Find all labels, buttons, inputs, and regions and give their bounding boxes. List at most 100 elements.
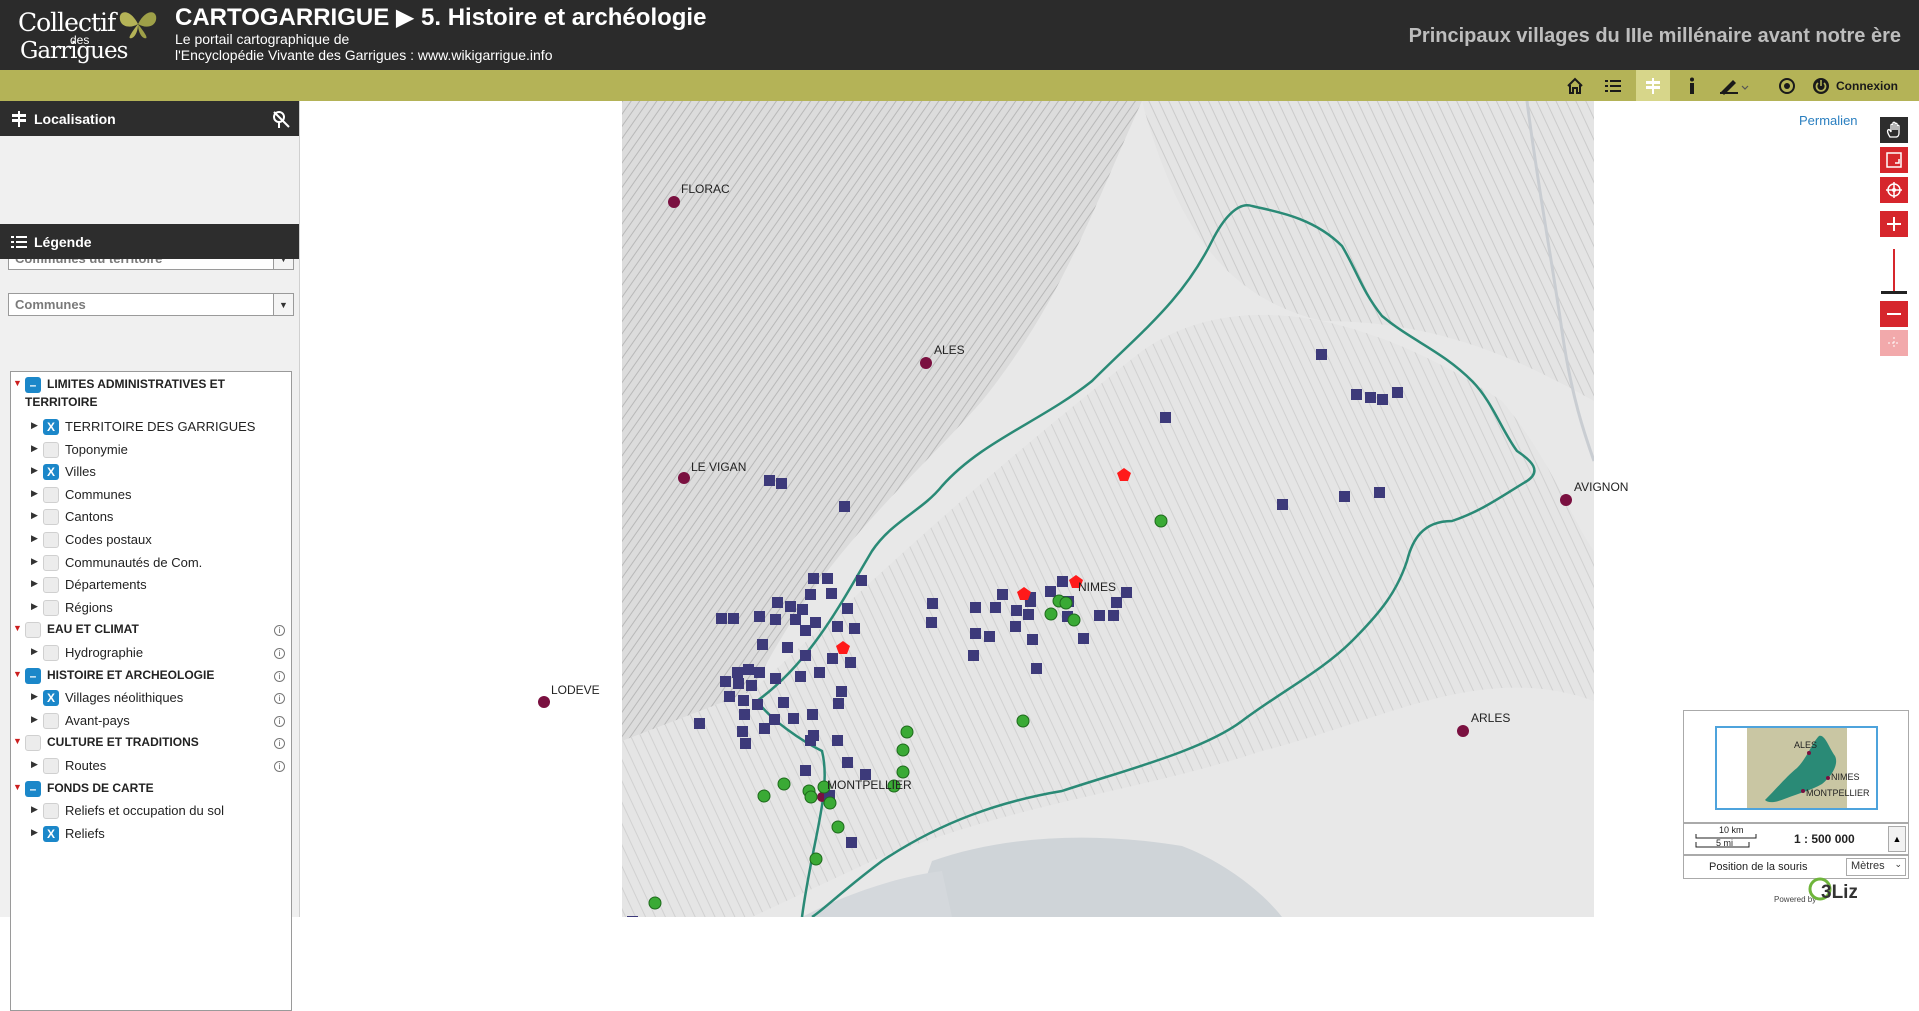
- layer-checkbox[interactable]: [43, 486, 59, 503]
- city-marker-ales[interactable]: [920, 357, 932, 369]
- legend-layer[interactable]: ▶ Régions: [11, 599, 291, 619]
- layer-checkbox[interactable]: [43, 554, 59, 571]
- layer-checkbox[interactable]: [43, 645, 59, 661]
- expand-triangle-icon[interactable]: ▶: [31, 533, 38, 544]
- legend-group[interactable]: ▼ – HISTOIRE ET ARCHEOLOGIE i: [11, 667, 291, 687]
- zoom-slider-track[interactable]: [1893, 249, 1895, 293]
- overview-extent[interactable]: ALES NIMES MONTPELLIER: [1715, 726, 1878, 810]
- expand-triangle-icon[interactable]: ▶: [31, 420, 38, 431]
- info-icon[interactable]: i: [274, 670, 285, 682]
- layer-checkbox[interactable]: [43, 441, 59, 458]
- info-icon[interactable]: i: [274, 693, 285, 705]
- communes-select[interactable]: Communes ▼: [8, 293, 294, 316]
- zoom-in-button[interactable]: [1880, 211, 1908, 237]
- permalink-link[interactable]: Permalien: [1799, 113, 1858, 128]
- layer-checkbox[interactable]: X: [43, 690, 59, 707]
- legend-layer[interactable]: ▶ X Villes: [11, 463, 291, 483]
- legend-layer[interactable]: ▶ Reliefs et occupation du sol: [11, 802, 291, 822]
- layer-checkbox[interactable]: [43, 509, 59, 526]
- layer-checkbox[interactable]: [43, 532, 59, 548]
- chevron-down-icon[interactable]: ⌄: [1894, 859, 1902, 870]
- zoom-box-button[interactable]: [1880, 147, 1908, 173]
- expand-triangle-icon[interactable]: ▶: [31, 578, 38, 589]
- expand-triangle-icon[interactable]: ▶: [31, 465, 38, 476]
- layer-checkbox[interactable]: [43, 599, 59, 616]
- city-marker-arles[interactable]: [1457, 725, 1469, 737]
- city-marker-lodeve[interactable]: [538, 696, 550, 708]
- layer-checkbox[interactable]: X: [43, 419, 59, 435]
- collapse-triangle-icon[interactable]: ▼: [13, 378, 22, 388]
- chevron-down-icon[interactable]: ▼: [273, 294, 293, 315]
- geolocation-button[interactable]: [1772, 70, 1802, 101]
- overview-map[interactable]: ALES NIMES MONTPELLIER: [1683, 710, 1909, 823]
- legend-group[interactable]: ▼ CULTURE ET TRADITIONS i: [11, 734, 291, 754]
- collapse-triangle-icon[interactable]: ▼: [13, 782, 22, 792]
- legend-toggle-button[interactable]: [1598, 70, 1628, 101]
- legend-group[interactable]: ▼ EAU ET CLIMAT i: [11, 621, 291, 641]
- legend-layer[interactable]: ▶ Avant-pays i: [11, 712, 291, 732]
- zoom-previous-button[interactable]: [1880, 330, 1908, 356]
- clear-localisation-button[interactable]: [271, 109, 291, 129]
- 3liz-logo[interactable]: 3Liz: [1807, 876, 1857, 902]
- legend-layer[interactable]: ▶ Hydrographie i: [11, 644, 291, 664]
- map-view[interactable]: FLORAC ALES LE VIGAN AVIGNON NIMES LODEV…: [300, 101, 1919, 917]
- collapse-triangle-icon[interactable]: ▼: [13, 736, 22, 746]
- expand-triangle-icon[interactable]: ▶: [31, 601, 38, 612]
- legend-layer[interactable]: ▶ Communes: [11, 486, 291, 506]
- pan-button[interactable]: [1880, 117, 1908, 143]
- expand-triangle-icon[interactable]: ▶: [31, 827, 38, 838]
- home-button[interactable]: [1560, 70, 1590, 101]
- layer-checkbox[interactable]: [43, 577, 59, 594]
- city-marker-avignon[interactable]: [1560, 494, 1572, 506]
- expand-triangle-icon[interactable]: ▶: [31, 646, 38, 657]
- expand-triangle-icon[interactable]: ▶: [31, 488, 38, 499]
- collapse-triangle-icon[interactable]: ▼: [13, 669, 22, 679]
- layer-checkbox[interactable]: [43, 758, 59, 774]
- expand-triangle-icon[interactable]: ▶: [31, 804, 38, 815]
- layer-checkbox[interactable]: X: [43, 825, 59, 842]
- legend-layer[interactable]: ▶ X Reliefs: [11, 825, 291, 845]
- city-marker-florac[interactable]: [668, 196, 680, 208]
- legend-layer[interactable]: ▶ Toponymie: [11, 441, 291, 461]
- connexion-button[interactable]: Connexion: [1812, 70, 1912, 101]
- info-icon[interactable]: i: [274, 761, 285, 772]
- expand-triangle-icon[interactable]: ▶: [31, 759, 38, 770]
- expand-triangle-icon[interactable]: ▶: [31, 510, 38, 521]
- legend-group[interactable]: ▼ – FONDS DE CARTE: [11, 780, 291, 800]
- legend-layer[interactable]: ▶ Cantons: [11, 508, 291, 528]
- info-icon[interactable]: i: [274, 715, 285, 727]
- legend-layer[interactable]: ▶ X Villages néolithiques i: [11, 689, 291, 709]
- layer-checkbox[interactable]: [43, 712, 59, 729]
- info-icon[interactable]: i: [274, 648, 285, 659]
- layer-checkbox[interactable]: [43, 803, 59, 820]
- city-marker-le-vigan[interactable]: [678, 472, 690, 484]
- localisation-toggle-button[interactable]: [1636, 70, 1670, 101]
- legend-layer[interactable]: ▶ Routes i: [11, 757, 291, 777]
- layer-checkbox[interactable]: [25, 622, 41, 639]
- units-select[interactable]: Mètres ⌄: [1846, 858, 1906, 876]
- expand-triangle-icon[interactable]: ▶: [31, 691, 38, 702]
- zoom-out-button[interactable]: [1880, 301, 1908, 327]
- measure-button[interactable]: [1714, 70, 1754, 101]
- expand-triangle-icon[interactable]: ▶: [31, 443, 38, 454]
- legend-layer[interactable]: ▶ X TERRITOIRE DES GARRIGUES: [11, 418, 291, 438]
- layer-checkbox[interactable]: X: [43, 464, 59, 481]
- legend-layer[interactable]: ▶ Communautés de Com.: [11, 554, 291, 574]
- legend-group[interactable]: ▼ – LIMITES ADMINISTRATIVES ET TERRITOIRE: [11, 376, 291, 412]
- scale-dropdown-button[interactable]: ▲: [1888, 826, 1906, 852]
- layer-checkbox[interactable]: [25, 735, 41, 752]
- info-icon[interactable]: i: [274, 625, 285, 637]
- info-icon[interactable]: i: [274, 738, 285, 750]
- zoom-to-extent-button[interactable]: [1880, 177, 1908, 203]
- expand-triangle-icon[interactable]: ▶: [31, 714, 38, 725]
- zoom-slider-handle[interactable]: [1881, 291, 1907, 294]
- information-button[interactable]: [1678, 70, 1706, 101]
- legend-layer[interactable]: ▶ Départements: [11, 576, 291, 596]
- legend-layer[interactable]: ▶ Codes postaux: [11, 531, 291, 551]
- collectif-garrigues-logo[interactable]: Collectif des Garrigues: [18, 6, 168, 64]
- layer-checkbox[interactable]: –: [25, 667, 41, 684]
- expand-triangle-icon[interactable]: ▶: [31, 556, 38, 567]
- layer-checkbox[interactable]: –: [25, 780, 41, 797]
- layer-checkbox[interactable]: –: [25, 377, 41, 393]
- collapse-triangle-icon[interactable]: ▼: [13, 623, 22, 633]
